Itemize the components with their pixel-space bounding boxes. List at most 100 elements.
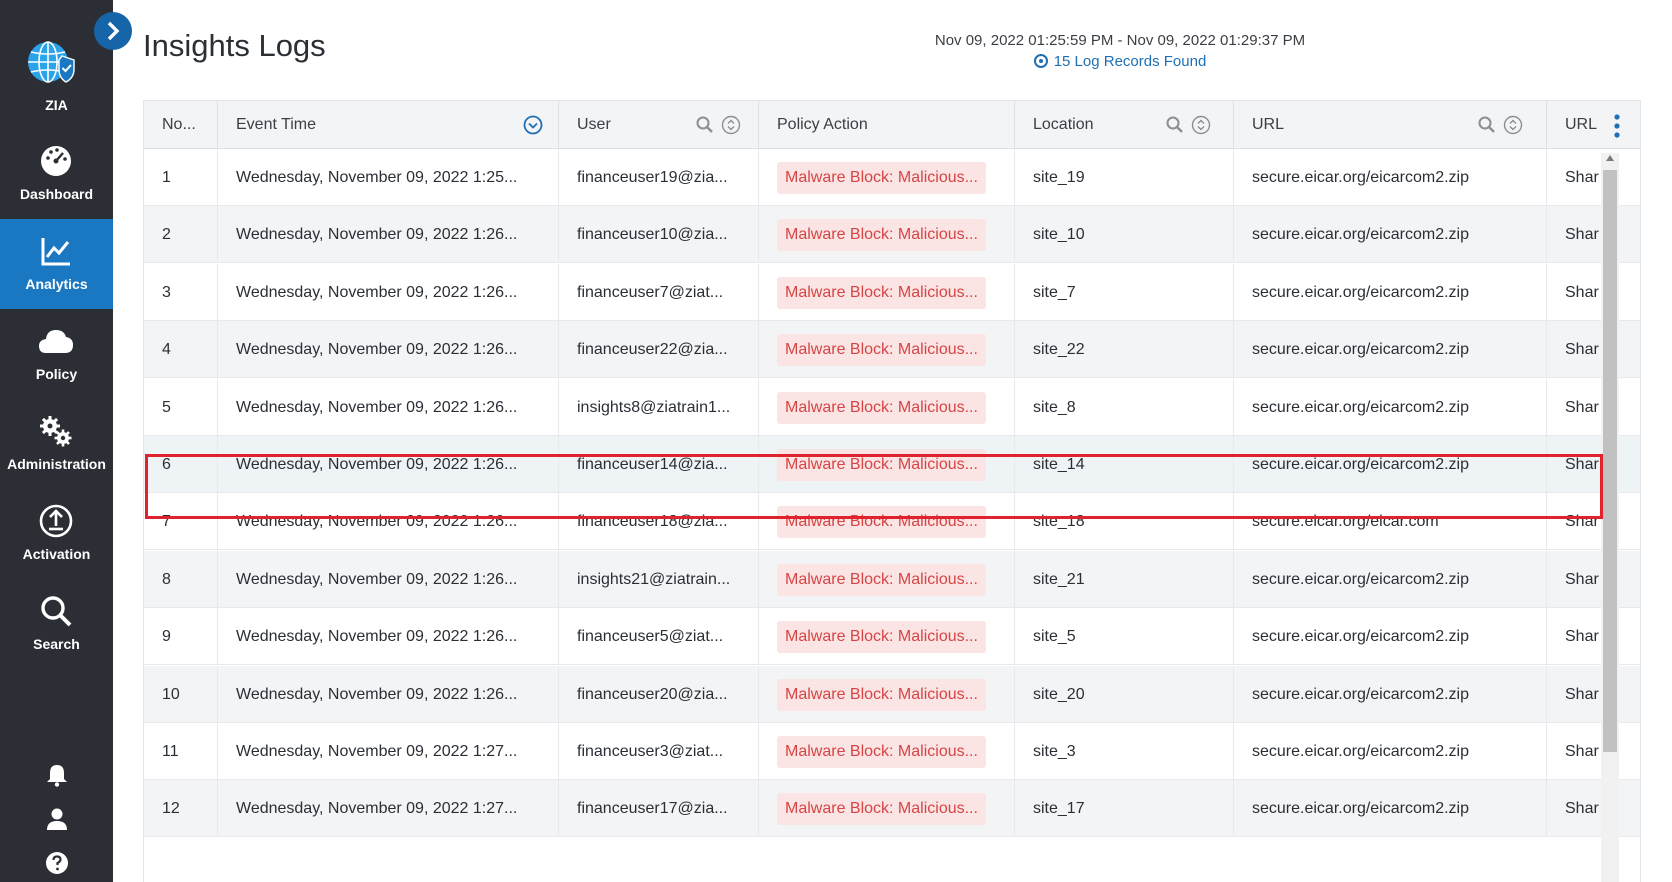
nav-activation[interactable]: Activation — [0, 489, 113, 579]
nav-policy[interactable]: Policy — [0, 309, 113, 399]
cell-url: secure.eicar.org/eicarcom2.zip — [1234, 550, 1547, 608]
policy-action-badge: Malware Block: Malicious... — [777, 334, 986, 367]
table-row[interactable]: 4 Wednesday, November 09, 2022 1:26... fin… — [144, 321, 1640, 379]
cell-url: secure.eicar.org/eicarcom2.zip — [1234, 723, 1547, 780]
cell-action: Malware Block: Malicious... — [759, 436, 1015, 493]
user-icon[interactable] — [44, 806, 70, 832]
table-row[interactable]: 8 Wednesday, November 09, 2022 1:26... ins… — [144, 550, 1640, 608]
cell-url2: Shar — [1547, 780, 1640, 837]
col-header-location[interactable]: Location — [1015, 101, 1234, 149]
table-row[interactable]: 2 Wednesday, November 09, 2022 1:26... fin… — [144, 206, 1640, 264]
sort-icon[interactable] — [1191, 115, 1211, 135]
col-header-url-category[interactable]: URL — [1547, 101, 1640, 149]
table-row[interactable]: 12 Wednesday, November 09, 2022 1:27... fi… — [144, 780, 1640, 838]
column-options-button[interactable] — [1612, 112, 1622, 140]
sort-desc-icon[interactable] — [523, 115, 543, 135]
records-found-link[interactable]: 15 Log Records Found — [880, 53, 1360, 70]
col-header-location-label: Location — [1033, 116, 1094, 133]
policy-action-badge: Malware Block: Malicious... — [777, 736, 986, 768]
expand-sidebar-button[interactable] — [94, 12, 132, 50]
cell-text: 8 — [162, 570, 171, 588]
sort-icon[interactable] — [721, 115, 741, 135]
col-header-url-category-label: URL — [1565, 116, 1598, 133]
cell-location: site_17 — [1015, 780, 1234, 838]
cell-action: Malware Block: Malicious... — [759, 665, 1015, 723]
cell-url2: Shar — [1547, 379, 1640, 436]
cell-text: secure.eicar.org/eicarcom2.zip — [1252, 743, 1469, 760]
policy-action-badge: Malware Block: Malicious... — [777, 506, 986, 539]
cell-text: Wednesday, November 09, 2022 1:26... — [236, 456, 518, 473]
cell-no: 1 — [144, 149, 218, 206]
cell-text: secure.eicar.org/eicarcom2.zip — [1252, 685, 1469, 703]
nav-search[interactable]: Search — [0, 579, 113, 669]
col-header-url[interactable]: URL — [1234, 101, 1547, 149]
nav-administration[interactable]: Administration — [0, 399, 113, 489]
cell-time: Wednesday, November 09, 2022 1:26... — [218, 550, 559, 608]
cell-text: financeuser19@zia... — [577, 169, 728, 186]
nav-administration-label: Administration — [7, 456, 106, 472]
cell-text: secure.eicar.org/eicarcom2.zip — [1252, 800, 1469, 818]
scrollbar-thumb[interactable] — [1603, 170, 1617, 752]
scroll-up-arrow[interactable] — [1606, 155, 1614, 161]
cell-text: Wednesday, November 09, 2022 1:26... — [236, 341, 518, 359]
cell-time: Wednesday, November 09, 2022 1:26... — [218, 493, 559, 551]
help-icon[interactable] — [44, 850, 70, 876]
cell-text: 11 — [162, 743, 179, 760]
cell-url: secure.eicar.org/eicarcom2.zip — [1234, 665, 1547, 723]
nav-analytics[interactable]: Analytics — [0, 219, 113, 309]
col-header-no[interactable]: No... — [144, 101, 218, 149]
cell-url: secure.eicar.org/eicarcom2.zip — [1234, 263, 1547, 321]
cell-url2: Shar — [1547, 206, 1640, 263]
cell-text: Shar — [1565, 685, 1599, 703]
table-row[interactable]: 9 Wednesday, November 09, 2022 1:26... fin… — [144, 608, 1640, 666]
search-icon[interactable] — [695, 115, 715, 135]
table-row[interactable]: 6 Wednesday, November 09, 2022 1:26... fin… — [144, 436, 1640, 493]
nav-search-label: Search — [33, 636, 80, 652]
cell-text: site_17 — [1033, 800, 1085, 818]
cell-text: secure.eicar.org/eicarcom2.zip — [1252, 169, 1469, 186]
cell-text: financeuser5@ziat... — [577, 628, 724, 646]
search-icon[interactable] — [1165, 115, 1185, 135]
cell-text: 2 — [162, 226, 171, 244]
cell-location: site_14 — [1015, 436, 1234, 493]
col-header-event-time[interactable]: Event Time — [218, 101, 559, 149]
table-row[interactable]: 3 Wednesday, November 09, 2022 1:26... fin… — [144, 263, 1640, 321]
cell-location: site_22 — [1015, 321, 1234, 379]
table-row[interactable]: 1 Wednesday, November 09, 2022 1:25... fin… — [144, 149, 1640, 206]
cell-action: Malware Block: Malicious... — [759, 550, 1015, 608]
policy-action-badge: Malware Block: Malicious... — [777, 276, 986, 309]
kebab-menu-icon — [1614, 114, 1620, 138]
cell-action: Malware Block: Malicious... — [759, 263, 1015, 321]
cell-user: financeuser17@zia... — [559, 780, 759, 838]
sort-icon[interactable] — [1503, 115, 1523, 135]
cell-time: Wednesday, November 09, 2022 1:26... — [218, 436, 559, 493]
cell-url: secure.eicar.org/eicarcom2.zip — [1234, 378, 1547, 436]
cell-location: site_18 — [1015, 493, 1234, 551]
cell-text: financeuser22@zia... — [577, 341, 728, 359]
table-row[interactable]: 7 Wednesday, November 09, 2022 1:26... fin… — [144, 493, 1640, 551]
nav-activation-label: Activation — [22, 546, 91, 562]
cell-no: 7 — [144, 493, 218, 551]
bell-icon[interactable] — [44, 762, 70, 788]
table-row[interactable]: 5 Wednesday, November 09, 2022 1:26... ins… — [144, 378, 1640, 436]
cell-location: site_5 — [1015, 608, 1234, 666]
search-icon[interactable] — [1477, 115, 1497, 135]
cell-text: Shar — [1565, 226, 1599, 244]
col-header-user[interactable]: User — [559, 101, 759, 149]
cell-text: Shar — [1565, 743, 1599, 760]
target-icon — [1033, 54, 1048, 68]
cell-no: 12 — [144, 780, 218, 838]
cell-text: Shar — [1565, 800, 1599, 818]
cell-text: site_14 — [1033, 456, 1085, 473]
cell-text: secure.eicar.org/eicar.com — [1252, 513, 1439, 531]
cell-action: Malware Block: Malicious... — [759, 149, 1015, 206]
sidebar: ZIA Dashboard Analytics Policy Administr… — [0, 0, 113, 882]
cell-location: site_20 — [1015, 665, 1234, 723]
table-row[interactable]: 10 Wednesday, November 09, 2022 1:26... fi… — [144, 665, 1640, 723]
table-row[interactable]: 11 Wednesday, November 09, 2022 1:27... fi… — [144, 723, 1640, 780]
col-header-policy-action[interactable]: Policy Action — [759, 101, 1015, 149]
nav-dashboard[interactable]: Dashboard — [0, 129, 113, 219]
cell-text: secure.eicar.org/eicarcom2.zip — [1252, 570, 1469, 588]
nav-dashboard-label: Dashboard — [19, 186, 94, 202]
cell-text: site_18 — [1033, 513, 1085, 531]
